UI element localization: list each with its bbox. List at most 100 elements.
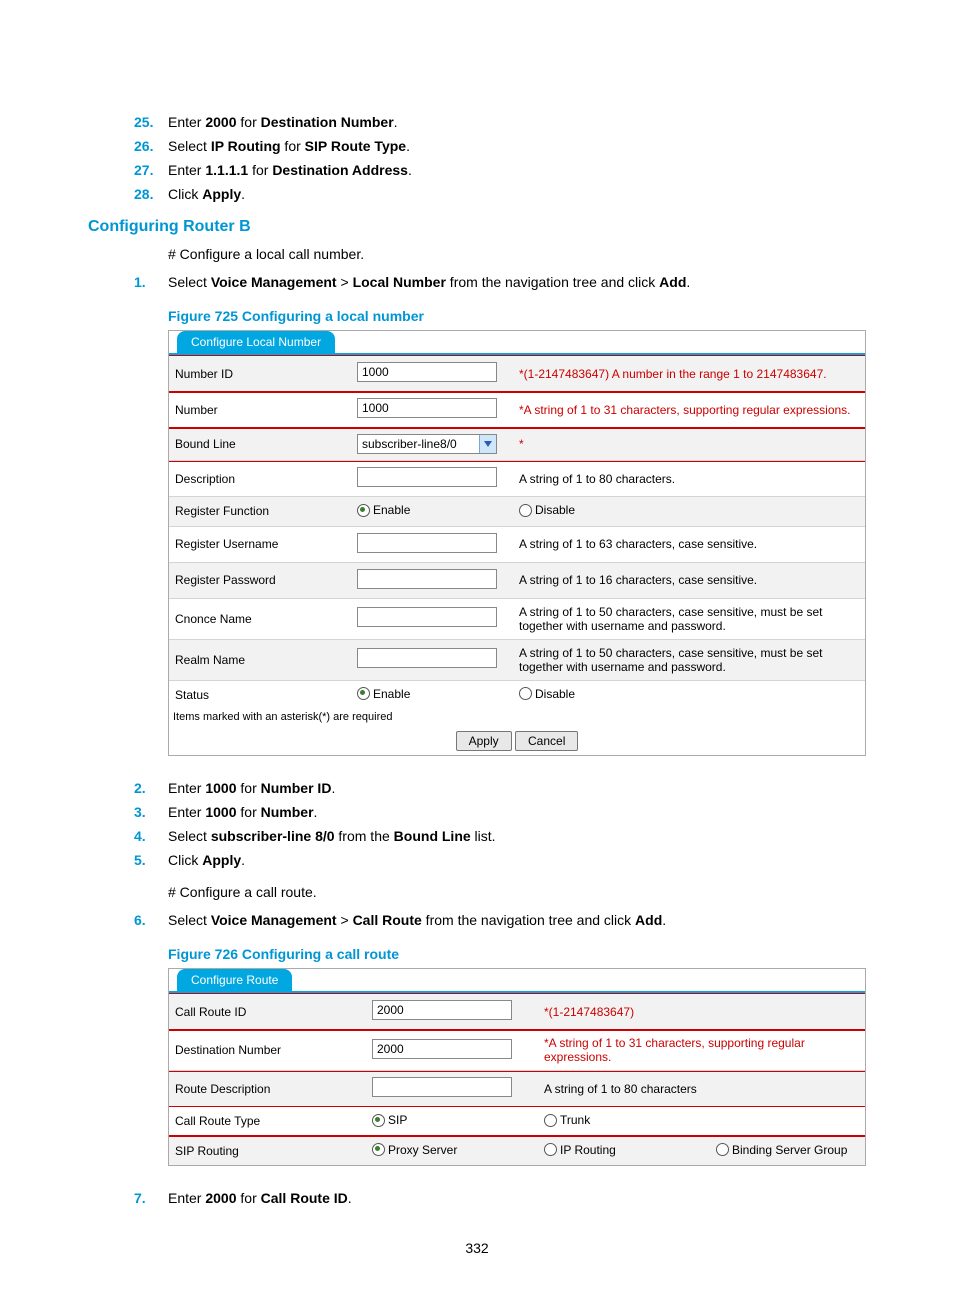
chevron-down-icon [479,435,496,453]
hint-route-description: A string of 1 to 80 characters [544,1082,697,1096]
label-call-route-type: Call Route Type [169,1107,366,1137]
row-status: Status Enable Disable [169,680,865,709]
route-type-sip-radio[interactable]: SIP [372,1113,407,1127]
step-26: 26. Select IP Routing for SIP Route Type… [168,134,866,158]
call-route-id-input[interactable]: 2000 [372,1000,512,1020]
cnonce-name-input[interactable] [357,607,497,627]
figure-tab-row: Configure Local Number [169,331,865,355]
row-description: Description A string of 1 to 80 characte… [169,461,865,497]
step-3: 3. Enter 1000 for Number. [168,800,866,824]
label-register-username: Register Username [169,526,351,562]
apply-button[interactable]: Apply [456,731,512,751]
bound-line-value: subscriber-line8/0 [362,437,457,451]
cfg-route-note: # Configure a call route. [168,884,866,900]
label-bound-line: Bound Line [169,428,351,461]
step-number: 25. [134,114,168,130]
radio-circle-icon [544,1143,557,1156]
sip-routing-binding-radio[interactable]: Binding Server Group [716,1143,847,1157]
label-number-id: Number ID [169,356,351,392]
hint-number-id: *(1-2147483647) A number in the range 1 … [519,367,827,381]
hint-cnonce-name: A string of 1 to 50 characters, case sen… [519,605,822,633]
step-27: 27. Enter 1.1.1.1 for Destination Addres… [168,158,866,182]
step-5: 5. Click Apply. [168,848,866,872]
status-enable-radio[interactable]: Enable [357,687,410,701]
cancel-button[interactable]: Cancel [515,731,578,751]
cfg-local-note: # Configure a local call number. [168,246,866,262]
step-number: 3. [134,804,168,820]
number-id-input[interactable]: 1000 [357,362,497,382]
label-description: Description [169,461,351,497]
radio-circle-icon [544,1114,557,1127]
configure-route-tab[interactable]: Configure Route [177,969,292,991]
figure-726: Configure Route Call Route ID 2000 *(1-2… [168,968,866,1166]
bottom-steps-list: 7. Enter 2000 for Call Route ID. [168,1186,866,1210]
register-function-disable-radio[interactable]: Disable [519,503,575,517]
step-number: 28. [134,186,168,202]
label-number: Number [169,392,351,428]
row-realm-name: Realm Name A string of 1 to 50 character… [169,639,865,680]
radio-circle-icon [519,687,532,700]
label-cnonce-name: Cnonce Name [169,598,351,639]
row-number-id: Number ID 1000 *(1-2147483647) A number … [169,356,865,392]
register-username-input[interactable] [357,533,497,553]
row-bound-line: Bound Line subscriber-line8/0 * [169,428,865,461]
step-2: 2. Enter 1000 for Number ID. [168,776,866,800]
hint-number: *A string of 1 to 31 characters, support… [519,403,851,417]
realm-name-input[interactable] [357,648,497,668]
button-row: Apply Cancel [169,725,865,755]
label-call-route-id: Call Route ID [169,994,366,1030]
required-note: Items marked with an asterisk(*) are req… [169,709,865,725]
page-number: 332 [88,1240,866,1256]
radio-dot-icon [357,687,370,700]
hint-bound-line: * [519,437,524,451]
step-6-list: 6. Select Voice Management > Call Route … [168,908,866,932]
hint-register-username: A string of 1 to 63 characters, case sen… [519,537,757,551]
configure-local-number-tab[interactable]: Configure Local Number [177,331,335,353]
step-6: 6. Select Voice Management > Call Route … [168,908,866,932]
figure-tab-row: Configure Route [169,969,865,993]
radio-dot-icon [372,1114,385,1127]
register-function-enable-radio[interactable]: Enable [357,503,410,517]
step-4: 4. Select subscriber-line 8/0 from the B… [168,824,866,848]
figure-725-caption: Figure 725 Configuring a local number [168,308,866,324]
status-disable-radio[interactable]: Disable [519,687,575,701]
step-number: 1. [134,274,168,290]
row-register-function: Register Function Enable Disable [169,497,865,527]
local-number-form-table: Number ID 1000 *(1-2147483647) A number … [169,355,865,709]
hint-realm-name: A string of 1 to 50 characters, case sen… [519,646,822,674]
label-realm-name: Realm Name [169,639,351,680]
hint-register-password: A string of 1 to 16 characters, case sen… [519,573,757,587]
row-register-username: Register Username A string of 1 to 63 ch… [169,526,865,562]
figure-725: Configure Local Number Number ID 1000 *(… [168,330,866,756]
step-number: 27. [134,162,168,178]
label-route-description: Route Description [169,1071,366,1107]
label-status: Status [169,680,351,709]
row-register-password: Register Password A string of 1 to 16 ch… [169,562,865,598]
row-call-route-type: Call Route Type SIP Trunk [169,1107,865,1137]
route-description-input[interactable] [372,1077,512,1097]
label-destination-number: Destination Number [169,1030,366,1071]
step-number: 2. [134,780,168,796]
row-number: Number 1000 *A string of 1 to 31 charact… [169,392,865,428]
label-register-password: Register Password [169,562,351,598]
radio-dot-icon [372,1143,385,1156]
row-route-description: Route Description A string of 1 to 80 ch… [169,1071,865,1107]
row-sip-routing: SIP Routing Proxy Server IP Routing Bind… [169,1136,865,1165]
sip-routing-proxy-radio[interactable]: Proxy Server [372,1143,457,1157]
description-input[interactable] [357,467,497,487]
destination-number-input[interactable]: 2000 [372,1039,512,1059]
radio-circle-icon [519,504,532,517]
register-password-input[interactable] [357,569,497,589]
route-form-table: Call Route ID 2000 *(1-2147483647) Desti… [169,993,865,1165]
step-28: 28. Click Apply. [168,182,866,206]
step-25: 25. Enter 2000 for Destination Number. [168,110,866,134]
route-type-trunk-radio[interactable]: Trunk [544,1113,590,1127]
label-sip-routing: SIP Routing [169,1136,366,1165]
row-cnonce-name: Cnonce Name A string of 1 to 50 characte… [169,598,865,639]
label-register-function: Register Function [169,497,351,527]
number-input[interactable]: 1000 [357,398,497,418]
row-destination-number: Destination Number 2000 *A string of 1 t… [169,1030,865,1071]
bound-line-select[interactable]: subscriber-line8/0 [357,434,497,454]
step-number: 5. [134,852,168,868]
sip-routing-ip-radio[interactable]: IP Routing [544,1143,616,1157]
